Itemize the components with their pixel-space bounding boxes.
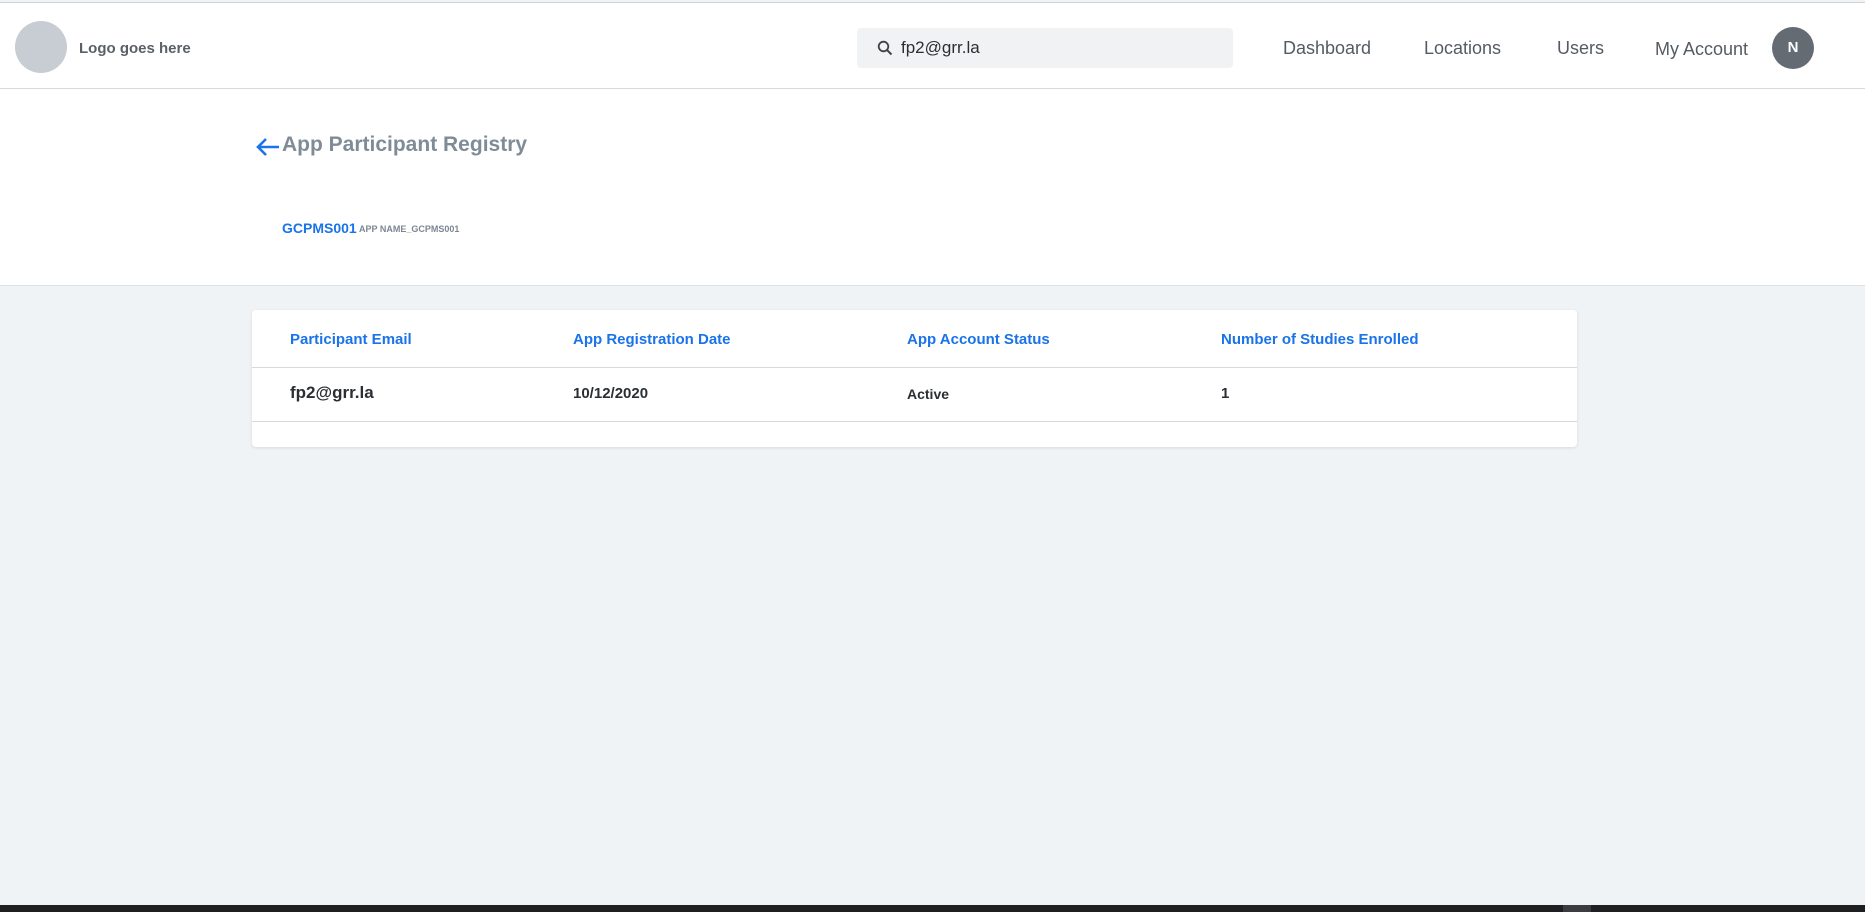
header-divider <box>252 367 1577 368</box>
participant-table: Participant Email App Registration Date … <box>252 310 1577 447</box>
column-header-participant-email[interactable]: Participant Email <box>290 331 412 348</box>
page-title: App Participant Registry <box>282 133 528 156</box>
arrow-left-icon[interactable] <box>255 137 281 157</box>
search-icon <box>877 40 893 56</box>
cell-registration-date: 10/12/2020 <box>573 385 649 402</box>
page-header: App Participant Registry GCPMS001 APP NA… <box>0 89 1865 286</box>
column-header-account-status[interactable]: App Account Status <box>907 331 1050 348</box>
nav-dashboard[interactable]: Dashboard <box>1283 38 1371 59</box>
app-id: GCPMS001 <box>282 220 357 236</box>
cell-participant-email[interactable]: fp2@grr.la <box>290 383 374 403</box>
logo-icon[interactable] <box>15 21 67 73</box>
search-bar[interactable]: fp2@grr.la <box>857 28 1233 68</box>
app-name: APP NAME_GCPMS001 <box>359 224 460 234</box>
column-header-studies-enrolled[interactable]: Number of Studies Enrolled <box>1221 331 1419 348</box>
row-divider <box>252 421 1577 422</box>
search-input[interactable]: fp2@grr.la <box>901 38 980 58</box>
cell-account-status: Active <box>907 386 950 402</box>
bottom-scrollbar[interactable] <box>0 905 1865 912</box>
nav-my-account[interactable]: My Account <box>1655 39 1748 60</box>
nav-locations[interactable]: Locations <box>1424 38 1501 59</box>
scrollbar-thumb[interactable] <box>1563 905 1591 912</box>
cell-studies-enrolled: 1 <box>1221 385 1230 402</box>
nav-users[interactable]: Users <box>1557 38 1604 59</box>
logo-text[interactable]: Logo goes here <box>79 40 191 57</box>
column-header-registration-date[interactable]: App Registration Date <box>573 331 731 348</box>
avatar[interactable]: N <box>1772 27 1814 69</box>
top-header: Logo goes here fp2@grr.la Dashboard Loca… <box>0 2 1865 89</box>
